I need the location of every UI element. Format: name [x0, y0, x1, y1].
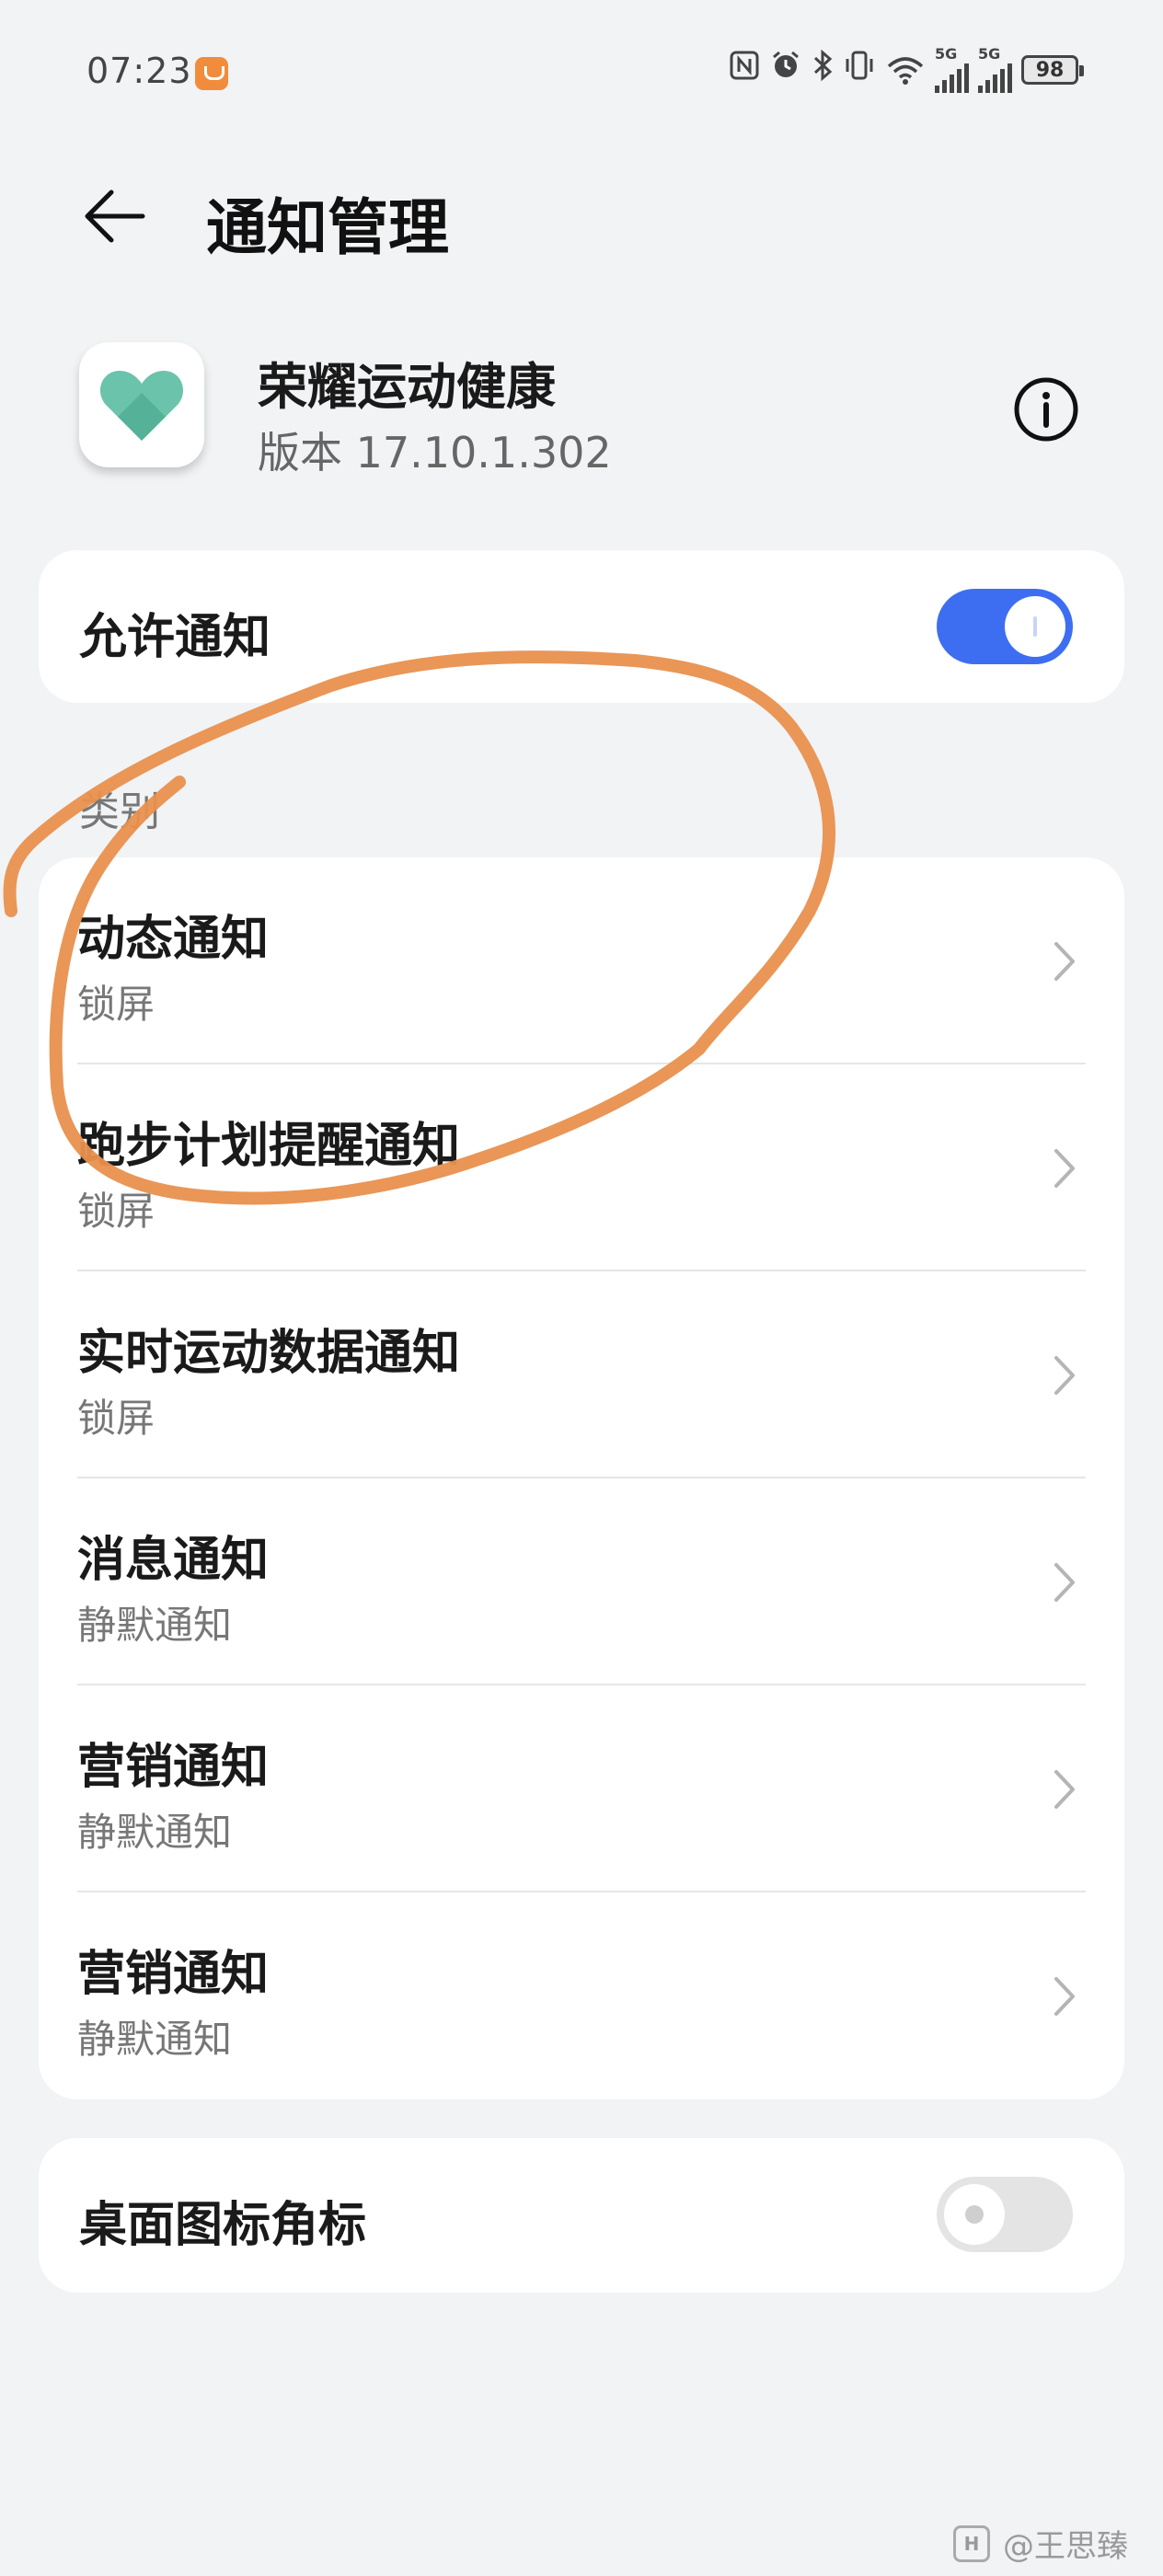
category-subtitle: 锁屏: [77, 1189, 155, 1234]
desktop-badge-label: 桌面图标角标: [79, 2198, 367, 2253]
cellular-signal-1-icon: 5G: [935, 47, 969, 93]
battery-level: 98: [1035, 58, 1065, 82]
battery-icon: 98: [1021, 55, 1084, 85]
network-type-label: 5G: [935, 45, 958, 63]
bluetooth-icon: [812, 49, 834, 92]
list-item[interactable]: 实时运动数据通知 锁屏: [39, 1271, 1124, 1478]
categories-section-label: 类别: [79, 788, 160, 835]
list-item[interactable]: 营销通知 静默通知: [39, 1685, 1124, 1892]
vibrate-icon: [843, 49, 876, 92]
status-bar: 07:23 5G 5G 98: [0, 0, 1163, 147]
desktop-badge-toggle[interactable]: [937, 2177, 1073, 2252]
chevron-right-icon: [1054, 942, 1075, 981]
category-title: 实时运动数据通知: [77, 1326, 461, 1381]
status-icons: 5G 5G 98: [729, 47, 1084, 93]
category-subtitle: 静默通知: [77, 2017, 233, 2062]
allow-notifications-label: 允许通知: [79, 610, 271, 665]
watermark-logo-icon: H: [953, 2524, 990, 2562]
status-time: 07:23: [86, 51, 192, 91]
desktop-badge-row: 桌面图标角标: [39, 2138, 1124, 2293]
heart-icon: [99, 371, 184, 441]
categories-list: 动态通知 锁屏 跑步计划提醒通知 锁屏 实时运动数据通知 锁屏 消息通知 静默通…: [39, 857, 1124, 2099]
chevron-right-icon: [1054, 1356, 1075, 1395]
watermark-text: @王思臻: [1003, 2528, 1128, 2565]
toggle-knob: [1005, 596, 1065, 657]
nfc-icon: [729, 50, 760, 91]
app-icon: [79, 342, 204, 467]
back-button[interactable]: [74, 175, 156, 258]
app-name: 荣耀运动健康: [258, 358, 556, 416]
category-title: 消息通知: [77, 1533, 270, 1588]
wifi-icon: [885, 53, 926, 86]
alarm-icon: [769, 49, 802, 92]
network-type-label: 5G: [978, 45, 1001, 63]
allow-notifications-toggle[interactable]: [937, 589, 1073, 664]
page-title: 通知管理: [206, 192, 449, 263]
category-subtitle: 锁屏: [77, 982, 155, 1027]
category-title: 跑步计划提醒通知: [77, 1119, 461, 1174]
category-title: 营销通知: [77, 1947, 270, 2002]
category-title: 营销通知: [77, 1740, 270, 1795]
category-subtitle: 静默通知: [77, 1810, 233, 1855]
toggle-knob: [944, 2184, 1005, 2245]
info-icon: [1014, 377, 1078, 442]
app-version: 版本 17.10.1.302: [258, 428, 612, 477]
category-title: 动态通知: [77, 912, 270, 967]
chevron-right-icon: [1054, 1770, 1075, 1809]
list-item[interactable]: 动态通知 锁屏: [39, 857, 1124, 1064]
allow-notifications-row: 允许通知: [39, 550, 1124, 703]
app-info-button[interactable]: [1012, 375, 1080, 443]
chevron-right-icon: [1054, 1149, 1075, 1188]
chevron-right-icon: [1054, 1977, 1075, 2016]
back-arrow-icon: [85, 190, 145, 243]
watermark: H @王思臻: [953, 2521, 1128, 2566]
list-item[interactable]: 跑步计划提醒通知 锁屏: [39, 1064, 1124, 1271]
chevron-right-icon: [1054, 1563, 1075, 1602]
cellular-signal-2-icon: 5G: [978, 47, 1012, 93]
category-subtitle: 锁屏: [77, 1396, 155, 1441]
list-item[interactable]: 消息通知 静默通知: [39, 1478, 1124, 1685]
app-notification-icon: [195, 57, 228, 90]
category-subtitle: 静默通知: [77, 1603, 233, 1648]
list-item[interactable]: 营销通知 静默通知: [39, 1892, 1124, 2099]
